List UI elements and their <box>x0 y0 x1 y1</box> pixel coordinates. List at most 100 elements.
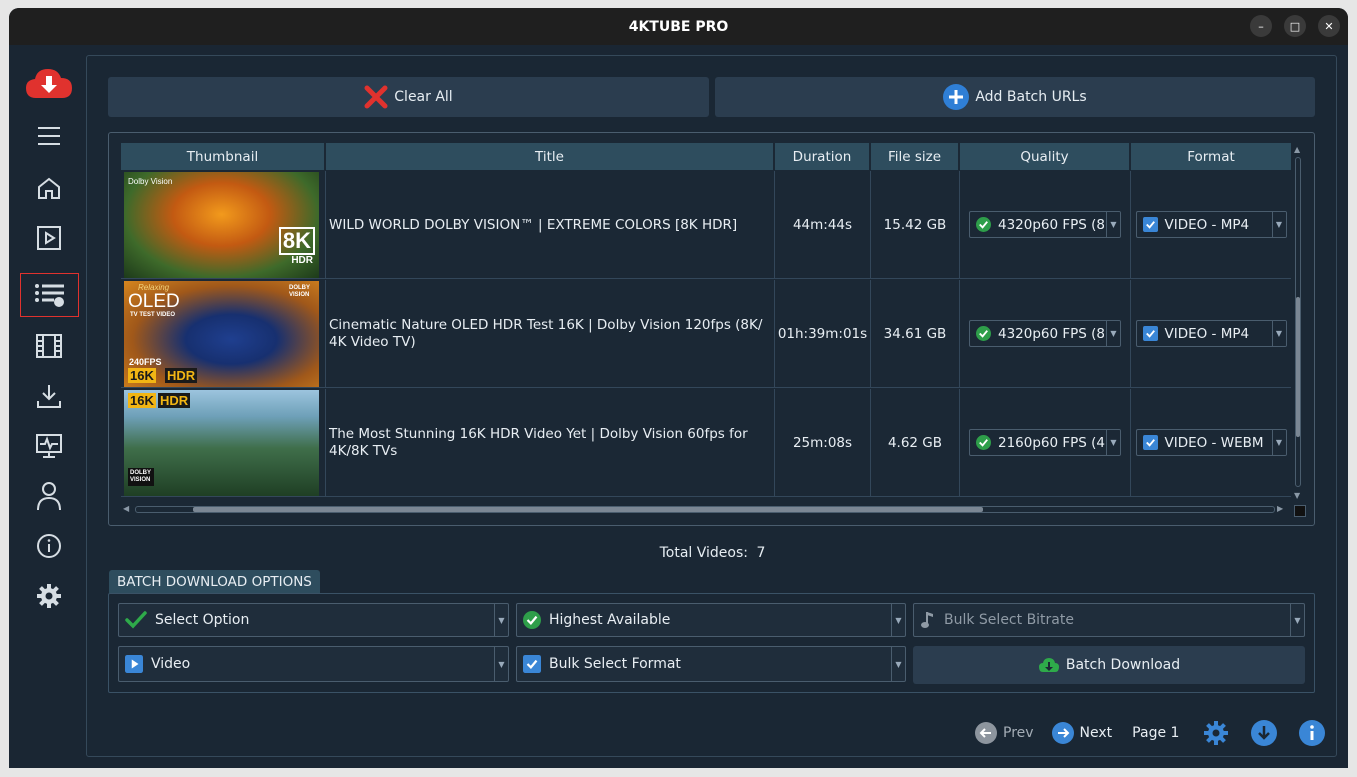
file-size-cell: 15.42 GB <box>871 171 960 278</box>
app-window: 4KTUBE PRO – □ ✕ Clear All Add Batch URL… <box>9 8 1348 768</box>
chevron-down-icon: ▼ <box>1106 430 1120 455</box>
file-size-cell: 4.62 GB <box>871 389 960 496</box>
column-title[interactable]: Title <box>326 143 775 170</box>
arrow-right-icon <box>1051 722 1074 744</box>
format-select[interactable]: VIDEO - MP4 ▼ <box>1135 320 1287 347</box>
bulk-bitrate-dropdown[interactable]: Bulk Select Bitrate ▼ <box>913 603 1305 637</box>
batch-options-panel: Select Option ▼ Highest Available ▼ Bulk… <box>108 593 1315 693</box>
video-play-icon <box>125 655 143 673</box>
column-thumbnail[interactable]: Thumbnail <box>121 143 326 170</box>
home-icon[interactable] <box>21 167 77 209</box>
arrow-left-icon <box>975 722 997 744</box>
pager: Prev Next Page 1 <box>975 720 1326 746</box>
quality-select[interactable]: 4320p60 FPS (8 ▼ <box>969 320 1121 347</box>
minimize-button[interactable]: – <box>1250 15 1272 37</box>
quality-cell: 2160p60 FPS (4 ▼ <box>960 389 1131 496</box>
table-row[interactable]: Dolby Vision 8K HDR WILD WORLD DOLBY VIS… <box>121 171 1291 279</box>
scroll-thumb[interactable] <box>193 507 983 512</box>
account-icon[interactable] <box>21 475 77 517</box>
menu-icon[interactable] <box>21 115 77 157</box>
vertical-scrollbar[interactable]: ▲ ▼ <box>1293 145 1303 500</box>
info-circle-icon[interactable] <box>1299 720 1326 746</box>
total-count: 7 <box>756 545 766 561</box>
scroll-right-icon[interactable]: ▶ <box>1277 504 1283 513</box>
quality-select[interactable]: 4320p60 FPS (8 ▼ <box>969 211 1121 238</box>
video-type-dropdown[interactable]: Video ▼ <box>118 646 509 682</box>
format-value: VIDEO - MP4 <box>1164 216 1250 233</box>
maximize-button[interactable]: □ <box>1284 15 1306 37</box>
video-library-icon[interactable] <box>21 325 77 367</box>
settings-icon[interactable] <box>21 575 77 617</box>
thumb-badge-hdr: HDR <box>158 392 191 408</box>
batch-download-button[interactable]: Batch Download <box>913 646 1305 684</box>
column-file-size[interactable]: File size <box>871 143 960 170</box>
monitor-icon[interactable] <box>21 425 77 467</box>
horizontal-scrollbar[interactable]: ◀ ▶ <box>123 504 1283 514</box>
column-format[interactable]: Format <box>1131 143 1291 170</box>
format-cell: VIDEO - WEBM ▼ <box>1131 389 1291 496</box>
clear-all-label: Clear All <box>394 89 453 105</box>
scroll-thumb[interactable] <box>1296 297 1300 437</box>
table-row[interactable]: 16K HDR DOLBY VISION The Most Stunning 1… <box>121 389 1291 497</box>
checkmark-icon <box>125 611 147 629</box>
title-bar: 4KTUBE PRO – □ ✕ <box>9 8 1348 45</box>
prev-button[interactable]: Prev <box>975 722 1034 744</box>
gear-icon[interactable] <box>1203 720 1229 746</box>
info-icon[interactable] <box>21 525 77 567</box>
column-duration[interactable]: Duration <box>775 143 871 170</box>
video-thumbnail: Relaxing OLED TV TEST VIDEO 240FPS 16K H… <box>124 280 319 387</box>
highest-available-dropdown[interactable]: Highest Available ▼ <box>516 603 906 637</box>
checkbox-icon <box>1142 217 1158 232</box>
checkbox-icon <box>1142 326 1158 341</box>
chevron-down-icon: ▼ <box>1106 321 1120 346</box>
player-icon[interactable] <box>21 217 77 259</box>
thumb-text: TV TEST VIDEO <box>130 311 176 318</box>
chevron-down-icon: ▼ <box>494 647 508 681</box>
batch-download-label: Batch Download <box>1065 657 1181 673</box>
quality-value: 2160p60 FPS (4 <box>998 434 1106 451</box>
video-type-label: Video <box>151 656 191 672</box>
format-select[interactable]: VIDEO - WEBM ▼ <box>1135 429 1287 456</box>
chevron-down-icon: ▼ <box>891 604 905 636</box>
table-row[interactable]: Relaxing OLED TV TEST VIDEO 240FPS 16K H… <box>121 280 1291 388</box>
page-indicator: Page 1 <box>1132 725 1180 741</box>
next-button[interactable]: Next <box>1051 722 1112 744</box>
check-circle-icon <box>976 326 991 341</box>
check-circle-icon <box>976 217 991 232</box>
thumb-badge: 16K <box>128 392 156 408</box>
video-thumbnail: 16K HDR DOLBY VISION <box>124 389 319 496</box>
sidebar <box>9 45 89 768</box>
select-option-dropdown[interactable]: Select Option ▼ <box>118 603 509 637</box>
quality-cell: 4320p60 FPS (8 ▼ <box>960 280 1131 387</box>
dolby-logo: DOLBY VISION <box>289 284 310 298</box>
highest-available-label: Highest Available <box>549 612 671 628</box>
download-circle-icon[interactable] <box>1251 720 1278 746</box>
close-button[interactable]: ✕ <box>1318 15 1340 37</box>
scroll-up-icon[interactable]: ▲ <box>1294 145 1300 154</box>
total-videos: Total Videos: 7 <box>87 545 1338 561</box>
batch-list-icon[interactable] <box>20 273 79 317</box>
quality-select[interactable]: 2160p60 FPS (4 ▼ <box>969 429 1121 456</box>
thumbnail-cell: Relaxing OLED TV TEST VIDEO 240FPS 16K H… <box>121 280 326 387</box>
column-quality[interactable]: Quality <box>960 143 1131 170</box>
bulk-format-dropdown[interactable]: Bulk Select Format ▼ <box>516 646 906 682</box>
scroll-down-icon[interactable]: ▼ <box>1294 491 1300 500</box>
format-select[interactable]: VIDEO - MP4 ▼ <box>1135 211 1287 238</box>
scroll-left-icon[interactable]: ◀ <box>123 504 129 513</box>
bulk-bitrate-label: Bulk Select Bitrate <box>944 612 1074 628</box>
app-logo-icon <box>21 63 77 105</box>
video-thumbnail: Dolby Vision 8K HDR <box>124 171 319 278</box>
title-cell: Cinematic Nature OLED HDR Test 16K | Dol… <box>326 280 775 387</box>
add-batch-urls-button[interactable]: Add Batch URLs <box>715 77 1315 117</box>
chevron-down-icon: ▼ <box>1290 604 1304 636</box>
check-circle-icon <box>976 435 991 450</box>
main-panel: Clear All Add Batch URLs Thumbnail Title… <box>86 55 1337 757</box>
clear-all-button[interactable]: Clear All <box>108 77 709 117</box>
download-icon[interactable] <box>21 375 77 417</box>
thumb-text: OLED <box>128 290 180 312</box>
format-value: VIDEO - MP4 <box>1164 325 1250 342</box>
thumbnail-cell: 16K HDR DOLBY VISION <box>121 389 326 496</box>
chevron-down-icon: ▼ <box>1271 321 1286 346</box>
file-size-cell: 34.61 GB <box>871 280 960 387</box>
duration-cell: 01h:39m:01s <box>775 280 871 387</box>
